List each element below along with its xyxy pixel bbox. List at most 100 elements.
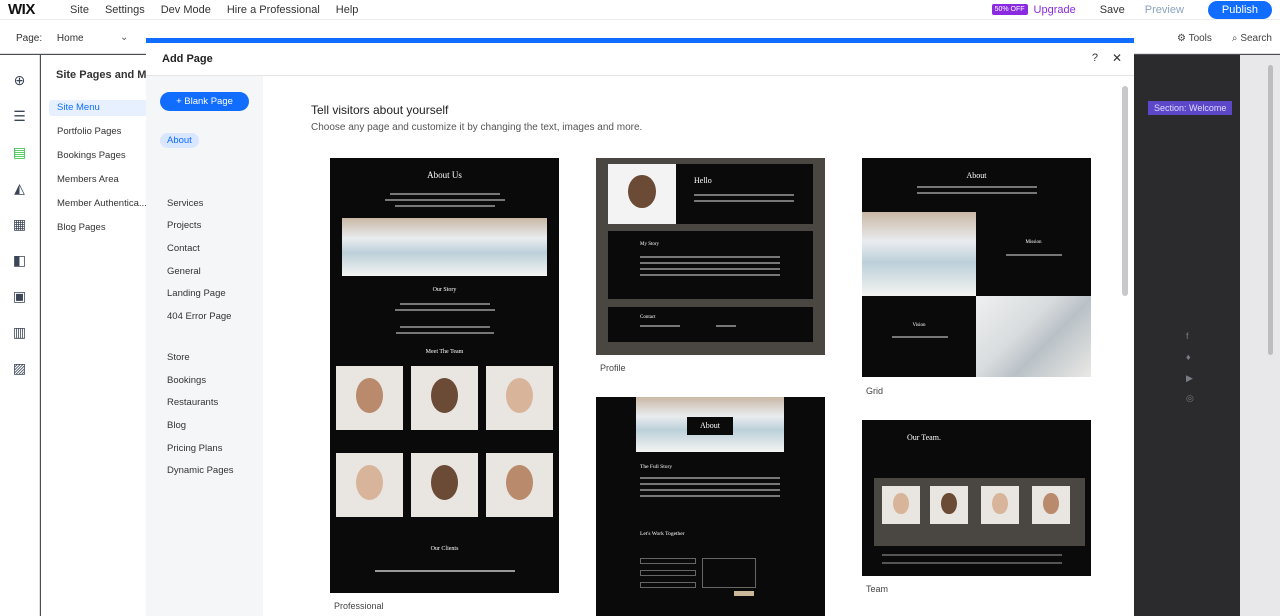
category-projects[interactable]: Projects <box>167 220 201 231</box>
menu-site[interactable]: Site <box>62 4 97 16</box>
team-photo <box>981 486 1019 524</box>
add-page-dialog: Add Page ? ✕ + Blank Page About Services… <box>146 43 1134 616</box>
tools-button[interactable]: ⚙ Tools <box>1177 33 1212 44</box>
publish-button[interactable]: Publish <box>1207 0 1272 19</box>
category-landing-page[interactable]: Landing Page <box>167 288 226 299</box>
team-photo <box>336 453 403 517</box>
text-line <box>640 495 780 497</box>
text-line <box>396 332 494 334</box>
add-icon[interactable]: ⊕ <box>12 73 27 88</box>
template-about-full-story[interactable]: About The Full Story Let's Work Together <box>596 397 825 616</box>
team-photo <box>486 366 553 430</box>
text-line <box>640 489 780 491</box>
tools-icon: ⚙ <box>1177 33 1189 44</box>
portfolio-icon[interactable]: ▨ <box>12 361 27 376</box>
blog-pages-item[interactable]: Blog Pages <box>49 220 149 244</box>
pages-icon[interactable]: ▤ <box>12 145 27 160</box>
tpl-about-us-heading: About Us <box>427 170 462 180</box>
template-grid[interactable]: About Mission Vision <box>862 158 1091 377</box>
upgrade-link[interactable]: Upgrade <box>1034 4 1076 16</box>
twitter-icon: ♦ <box>1186 352 1191 362</box>
page-selector[interactable]: Page: Home ⌄ <box>16 32 128 44</box>
tpl-about-heading: About <box>700 421 720 430</box>
chevron-down-icon: ⌄ <box>120 32 129 43</box>
team-photo <box>882 486 920 524</box>
business-icon[interactable]: ◧ <box>12 253 27 268</box>
menu-dev-mode[interactable]: Dev Mode <box>153 4 219 16</box>
gallery-scrollbar[interactable] <box>1122 86 1128 296</box>
text-line <box>917 192 1037 194</box>
cms-icon[interactable]: ▥ <box>12 325 27 340</box>
tpl-our-team-heading: Our Team. <box>907 433 941 442</box>
text-line <box>640 483 780 485</box>
save-button[interactable]: Save <box>1100 4 1125 16</box>
members-area-item[interactable]: Members Area <box>49 172 149 196</box>
text-line <box>1006 254 1062 256</box>
profile-photo <box>608 164 676 224</box>
youtube-icon: ▶ <box>1186 373 1193 383</box>
tpl-vision-heading: Vision <box>912 323 926 328</box>
text-line <box>640 325 680 327</box>
section-label[interactable]: Section: Welcome <box>1148 101 1233 115</box>
category-services[interactable]: Services <box>167 198 203 209</box>
bookings-pages-item[interactable]: Bookings Pages <box>49 148 149 172</box>
tpl-our-clients-heading: Our Clients <box>430 546 459 552</box>
menu-help[interactable]: Help <box>328 4 367 16</box>
blank-page-button[interactable]: + Blank Page <box>160 92 249 111</box>
canvas-scrollbar[interactable] <box>1240 55 1280 616</box>
menus-icon[interactable]: ☰ <box>12 109 27 124</box>
tpl-mission-heading: Mission <box>1025 240 1042 245</box>
about-label-box: About <box>687 417 733 435</box>
category-404-page[interactable]: 404 Error Page <box>167 311 231 322</box>
category-general[interactable]: General <box>167 266 201 277</box>
instagram-icon: ◎ <box>1186 393 1194 403</box>
top-menu-bar: WIX Site Settings Dev Mode Hire a Profes… <box>0 0 1280 19</box>
text-line <box>400 303 490 305</box>
apps-icon[interactable]: ▦ <box>12 217 27 232</box>
text-line <box>385 199 505 201</box>
text-line <box>395 205 495 207</box>
template-profile[interactable]: Hello My Story Contact <box>596 158 825 355</box>
scroll-thumb[interactable] <box>1268 65 1273 355</box>
category-bookings[interactable]: Bookings <box>167 375 206 386</box>
design-icon[interactable]: ◭ <box>12 181 27 196</box>
left-rail: ⊕ ☰ ▤ ◭ ▦ ◧ ▣ ▥ ▨ <box>0 55 40 616</box>
dialog-title: Add Page <box>162 53 213 65</box>
text-line <box>400 326 490 328</box>
template-team[interactable]: Our Team. <box>862 420 1091 576</box>
text-line <box>917 186 1037 188</box>
form-field <box>640 582 696 588</box>
portfolio-pages-item[interactable]: Portfolio Pages <box>49 124 149 148</box>
category-restaurants[interactable]: Restaurants <box>167 397 218 408</box>
menu-settings[interactable]: Settings <box>97 4 153 16</box>
client-logos <box>375 570 515 572</box>
category-blog[interactable]: Blog <box>167 420 186 431</box>
text-line <box>694 200 794 202</box>
category-contact[interactable]: Contact <box>167 243 200 254</box>
tpl-full-story-heading: The Full Story <box>640 464 673 470</box>
category-about[interactable]: About <box>160 133 199 148</box>
text-line <box>390 193 500 195</box>
template-label-professional: Professional <box>334 601 384 611</box>
member-auth-item[interactable]: Member Authentica... <box>49 196 149 220</box>
category-pricing-plans[interactable]: Pricing Plans <box>167 443 222 454</box>
wix-logo[interactable]: WIX <box>8 1 62 18</box>
help-icon[interactable]: ? <box>1092 52 1098 64</box>
menu-hire-professional[interactable]: Hire a Professional <box>219 4 328 16</box>
site-menu-item[interactable]: Site Menu <box>49 100 149 116</box>
category-store[interactable]: Store <box>167 352 190 363</box>
form-field <box>640 558 696 564</box>
preview-button[interactable]: Preview <box>1145 4 1184 16</box>
media-icon[interactable]: ▣ <box>12 289 27 304</box>
close-icon[interactable]: ✕ <box>1112 51 1122 65</box>
template-professional[interactable]: About Us Our Story Meet The Team Our Cli… <box>330 158 559 593</box>
my-story-block: My Story <box>608 231 813 299</box>
team-photo <box>411 453 478 517</box>
gallery-subheading: Choose any page and customize it by chan… <box>311 122 643 133</box>
team-photo <box>930 486 968 524</box>
tpl-work-together-heading: Let's Work Together <box>640 531 685 537</box>
search-button[interactable]: ⌕ Search <box>1232 33 1272 44</box>
tpl-hello-heading: Hello <box>694 176 712 185</box>
category-dynamic-pages[interactable]: Dynamic Pages <box>167 465 234 476</box>
form-field <box>640 570 696 576</box>
